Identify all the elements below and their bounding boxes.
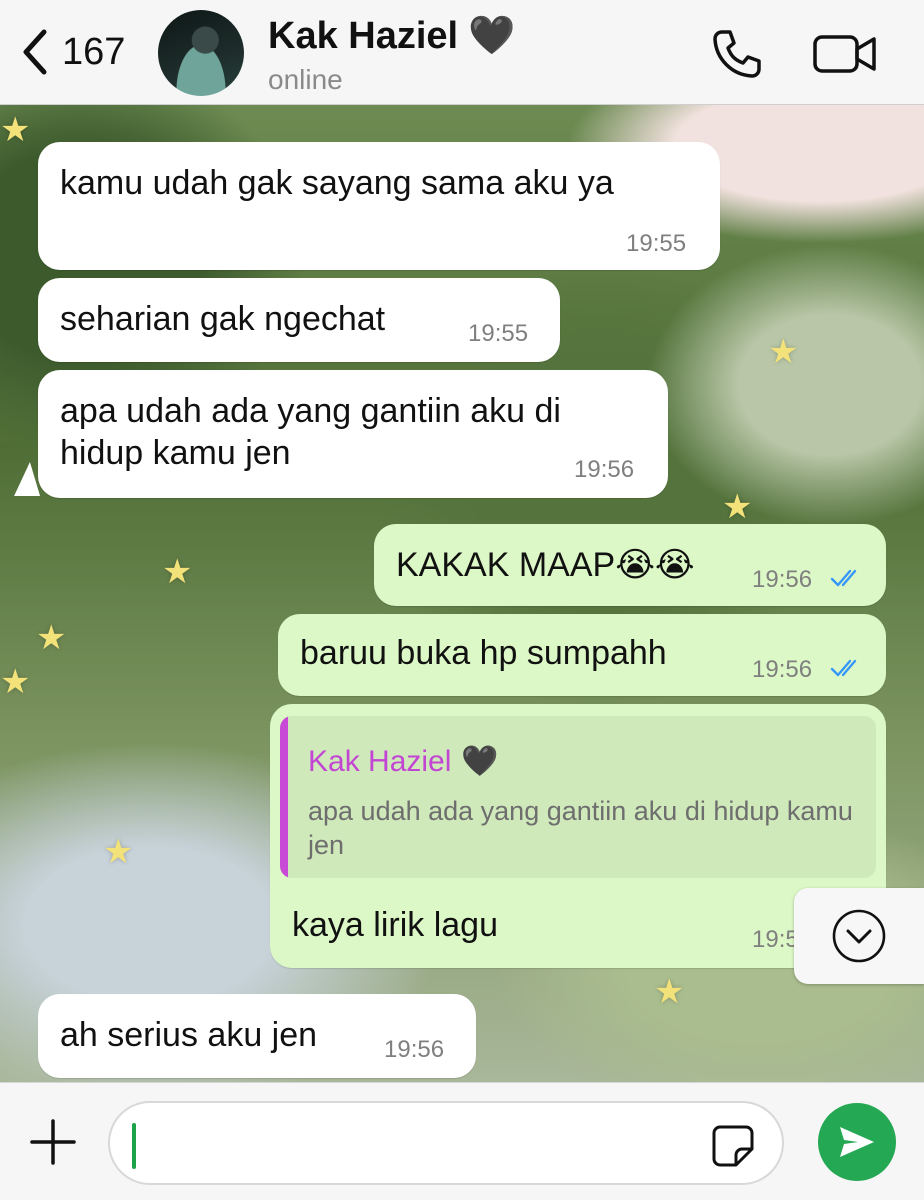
black-heart-emoji: 🖤 <box>468 15 516 57</box>
star-decoration: ★ <box>162 553 193 591</box>
star-decoration: ★ <box>654 973 685 1011</box>
send-icon <box>840 1127 874 1157</box>
quoted-sender-name: Kak Haziel <box>308 744 452 778</box>
unread-count: 167 <box>62 30 126 73</box>
contact-name-text: Kak Haziel <box>268 14 459 57</box>
star-decoration: ★ <box>0 111 31 149</box>
quote-accent-bar <box>280 716 288 878</box>
message-time: 19:56 <box>574 456 635 483</box>
contact-status: online <box>268 64 343 95</box>
star-decoration: ★ <box>36 619 67 657</box>
outgoing-message[interactable]: KAKAK MAAP😭😭 19:56 <box>374 524 886 606</box>
message-text: apa udah ada yang gantiin aku di hidup k… <box>60 390 561 474</box>
message-time: 19:56 <box>384 1036 445 1063</box>
read-ticks-icon <box>830 569 857 587</box>
message-text: seharian gak ngechat <box>60 300 386 338</box>
chat-header: 167 Kak Haziel 🖤 online <box>0 0 924 105</box>
message-composer <box>0 1082 924 1200</box>
chevron-left-icon <box>23 29 47 75</box>
phone-icon[interactable] <box>708 26 764 82</box>
video-icon[interactable] <box>812 32 878 76</box>
avatar[interactable] <box>158 10 244 96</box>
contact-name: Kak Haziel 🖤 <box>268 14 515 58</box>
sticker-icon[interactable] <box>710 1123 756 1169</box>
incoming-message[interactable]: apa udah ada yang gantiin aku di hidup k… <box>38 370 668 498</box>
quoted-message[interactable]: Kak Haziel 🖤 apa udah ada yang gantiin a… <box>280 716 876 878</box>
message-time: 19:5 <box>752 926 799 953</box>
message-text: baruu buka hp sumpahh <box>300 634 667 672</box>
message-time: 19:55 <box>626 230 687 257</box>
chevron-down-icon <box>832 909 886 963</box>
quoted-sender: Kak Haziel 🖤 <box>308 744 499 779</box>
message-time: 19:55 <box>468 320 529 347</box>
message-text: kaya lirik lagu <box>292 906 498 944</box>
message-text: KAKAK MAAP😭😭 <box>396 546 695 584</box>
incoming-message[interactable]: ah serius aku jen 19:56 <box>38 994 476 1078</box>
text-caret <box>132 1123 136 1169</box>
message-time: 19:56 <box>752 566 813 593</box>
message-text: kamu udah gak sayang sama aku ya <box>60 164 614 202</box>
star-decoration: ★ <box>0 663 31 701</box>
message-input[interactable] <box>108 1101 784 1185</box>
plus-icon[interactable] <box>28 1117 78 1167</box>
send-button[interactable] <box>818 1103 896 1181</box>
star-decoration: ★ <box>103 833 134 871</box>
scroll-to-bottom-button[interactable] <box>794 888 924 984</box>
incoming-message[interactable]: seharian gak ngechat 19:55 <box>38 278 560 362</box>
message-text-line: apa udah ada yang gantiin aku di <box>60 392 561 430</box>
contact-info[interactable]: Kak Haziel 🖤 online <box>268 14 515 96</box>
read-ticks-icon <box>830 659 857 677</box>
message-text: ah serius aku jen <box>60 1016 318 1054</box>
black-heart-emoji: 🖤 <box>461 745 499 778</box>
quoted-text: apa udah ada yang gantiin aku di hidup k… <box>308 796 853 860</box>
star-decoration: ★ <box>722 488 753 526</box>
message-text-line: hidup kamu jen <box>60 434 291 472</box>
outgoing-message[interactable]: baruu buka hp sumpahh 19:56 <box>278 614 886 696</box>
message-time: 19:56 <box>752 656 813 683</box>
back-button[interactable]: 167 <box>18 26 125 78</box>
star-decoration: ★ <box>768 333 799 371</box>
incoming-message[interactable]: kamu udah gak sayang sama aku ya 19:55 <box>38 142 720 270</box>
